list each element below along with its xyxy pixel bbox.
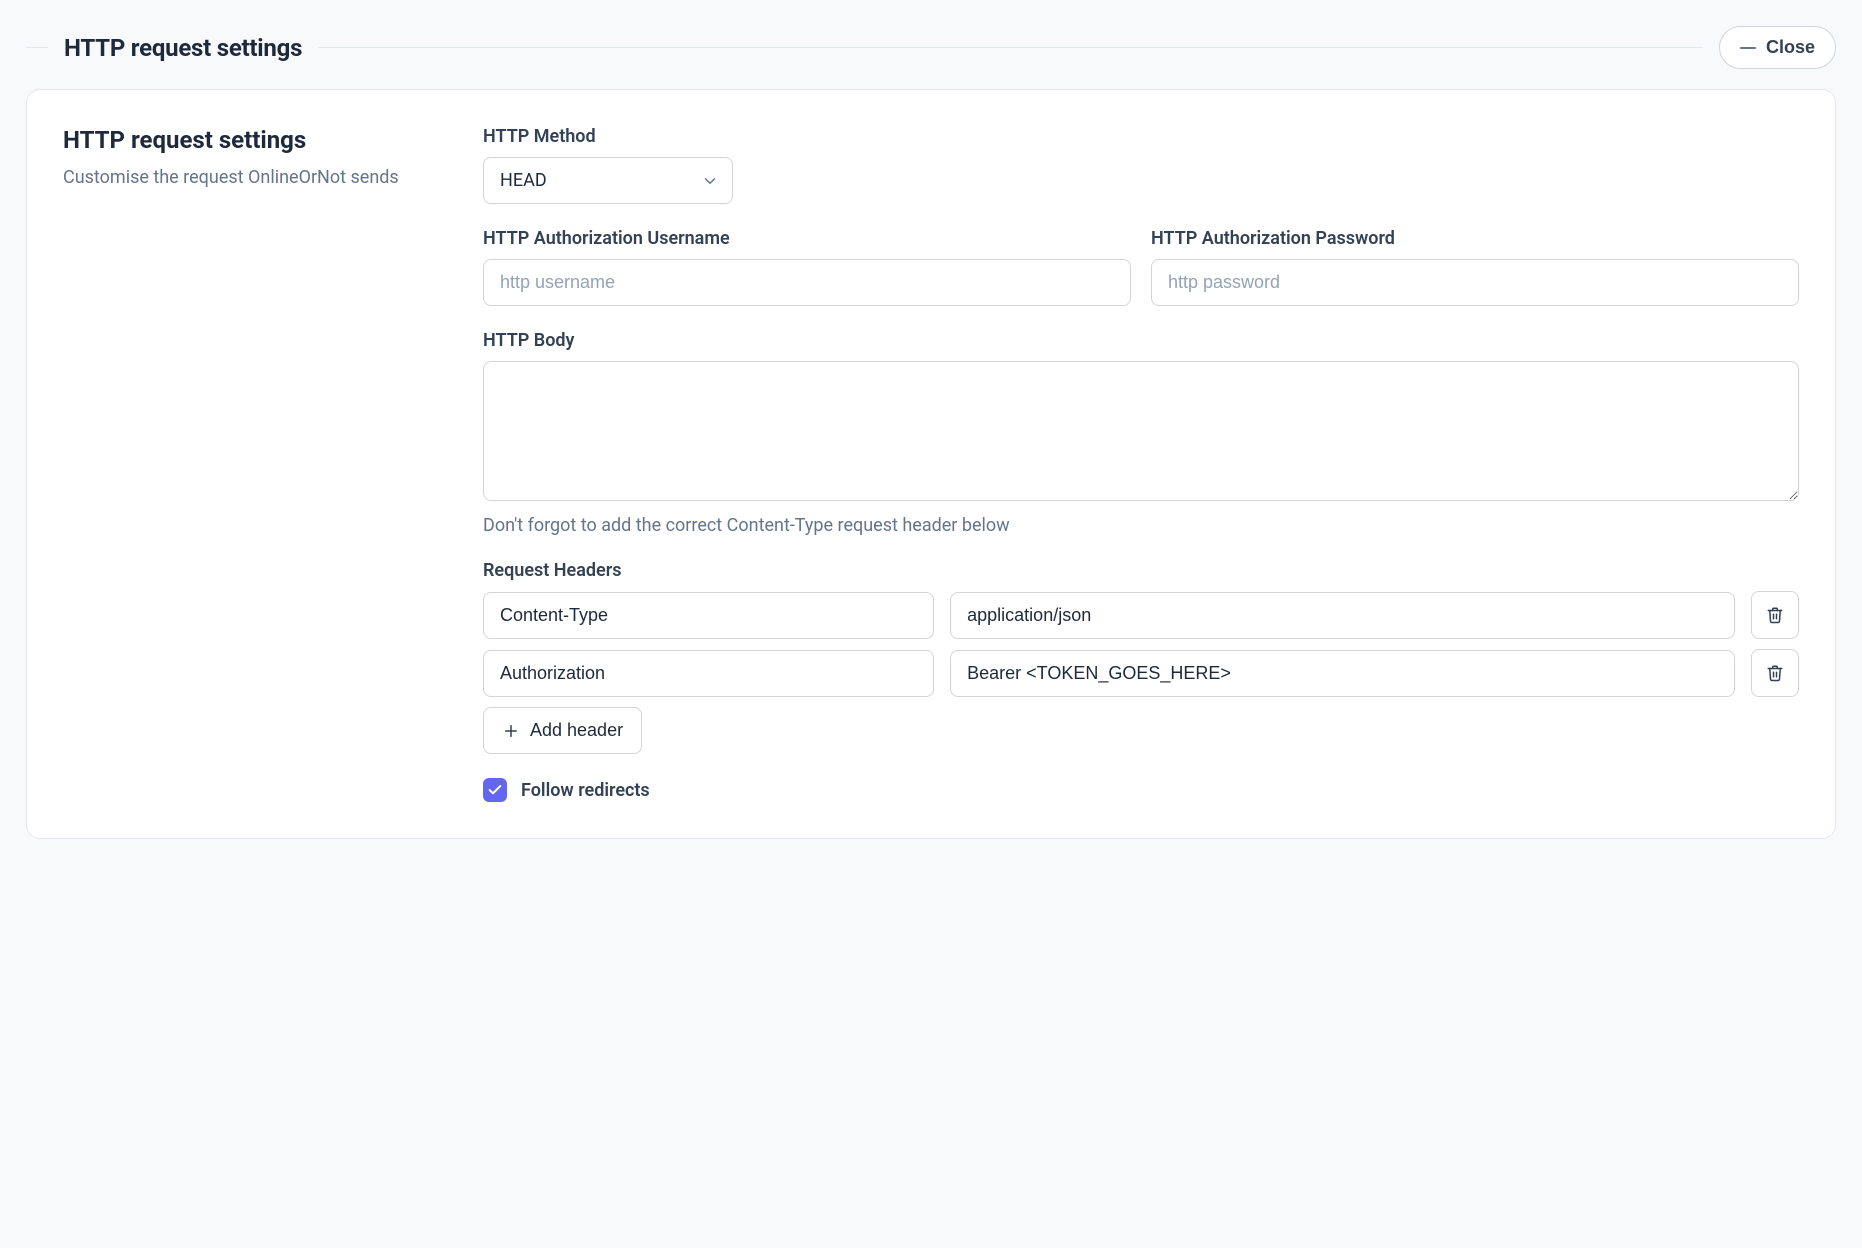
header-row [483, 591, 1799, 639]
headers-list: Add header [483, 591, 1799, 754]
header-row [483, 649, 1799, 697]
section-intro: HTTP request settings Customise the requ… [63, 126, 443, 802]
divider [26, 47, 48, 48]
panel-title: HTTP request settings [64, 34, 302, 62]
http-body-input[interactable] [483, 361, 1799, 501]
plus-icon [502, 722, 520, 740]
auth-username-field: HTTP Authorization Username [483, 228, 1131, 306]
request-headers-label: Request Headers [483, 560, 1799, 581]
follow-redirects-field: Follow redirects [483, 778, 1799, 802]
http-method-select-wrap: HEAD [483, 157, 733, 204]
auth-username-label: HTTP Authorization Username [483, 228, 1131, 249]
section-subtitle: Customise the request OnlineOrNot sends [63, 164, 443, 191]
http-body-field: HTTP Body Don't forgot to add the correc… [483, 330, 1799, 536]
header-value-input[interactable] [950, 592, 1735, 639]
add-header-button[interactable]: Add header [483, 707, 642, 754]
header-key-input[interactable] [483, 650, 934, 697]
trash-icon [1766, 664, 1784, 682]
form-fields: HTTP Method HEAD HTTP Authorization User… [483, 126, 1799, 802]
settings-panel: HTTP request settings Customise the requ… [26, 89, 1836, 839]
delete-header-button[interactable] [1751, 591, 1799, 639]
auth-password-input[interactable] [1151, 259, 1799, 306]
close-button-label: Close [1766, 37, 1815, 58]
panel-header: HTTP request settings Close [26, 26, 1836, 69]
http-method-field: HTTP Method HEAD [483, 126, 1799, 204]
header-key-input[interactable] [483, 592, 934, 639]
http-body-hint: Don't forgot to add the correct Content-… [483, 515, 1799, 536]
close-button[interactable]: Close [1719, 26, 1836, 69]
auth-password-field: HTTP Authorization Password [1151, 228, 1799, 306]
check-icon [487, 782, 503, 798]
minus-icon [1740, 47, 1756, 49]
add-header-label: Add header [530, 720, 623, 741]
header-value-input[interactable] [950, 650, 1735, 697]
auth-password-label: HTTP Authorization Password [1151, 228, 1799, 249]
follow-redirects-checkbox[interactable] [483, 778, 507, 802]
http-method-select[interactable]: HEAD [483, 157, 733, 204]
delete-header-button[interactable] [1751, 649, 1799, 697]
divider [318, 47, 1703, 48]
section-title: HTTP request settings [63, 126, 443, 154]
trash-icon [1766, 606, 1784, 624]
auth-fields: HTTP Authorization Username HTTP Authori… [483, 228, 1799, 306]
http-body-label: HTTP Body [483, 330, 1799, 351]
http-method-label: HTTP Method [483, 126, 1799, 147]
request-headers-section: Request Headers [483, 560, 1799, 754]
auth-username-input[interactable] [483, 259, 1131, 306]
follow-redirects-label: Follow redirects [521, 780, 650, 801]
